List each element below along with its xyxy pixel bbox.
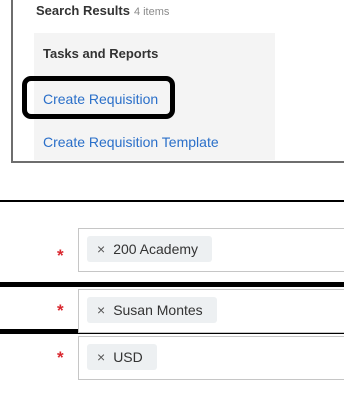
pill-label: Susan Montes: [113, 302, 203, 318]
search-results-title: Search Results: [36, 3, 130, 18]
screenshot-stage: Search Results 4 items Tasks and Reports …: [0, 0, 344, 395]
selected-value-pill: × USD: [87, 344, 157, 370]
required-asterisk: *: [57, 246, 64, 265]
currency-field[interactable]: × USD: [78, 336, 344, 380]
tasks-and-reports-section: Tasks and Reports Create Requisition Cre…: [34, 33, 275, 160]
remove-x-icon[interactable]: ×: [97, 241, 105, 257]
company-field-row: * × 200 Academy: [0, 228, 344, 278]
section-title: Tasks and Reports: [43, 46, 159, 61]
company-field[interactable]: × 200 Academy: [78, 228, 344, 272]
divider-line: [0, 282, 344, 287]
remove-x-icon[interactable]: ×: [97, 302, 105, 318]
search-results-header: Search Results 4 items: [36, 3, 169, 18]
search-results-panel: Search Results 4 items Tasks and Reports …: [11, 0, 344, 163]
divider-line: [0, 200, 344, 202]
create-requisition-template-link[interactable]: Create Requisition Template: [43, 134, 219, 150]
search-results-count: 4 items: [133, 6, 170, 18]
currency-field-row: * × USD: [0, 336, 344, 380]
requester-field[interactable]: × Susan Montes: [78, 289, 344, 333]
required-asterisk: *: [57, 301, 64, 320]
pill-label: USD: [113, 349, 143, 365]
selected-value-pill: × Susan Montes: [87, 297, 217, 323]
remove-x-icon[interactable]: ×: [97, 349, 105, 365]
create-requisition-link[interactable]: Create Requisition: [43, 91, 158, 107]
selected-value-pill: × 200 Academy: [87, 236, 213, 262]
requester-field-row: * × Susan Montes: [0, 289, 344, 333]
required-asterisk: *: [57, 348, 64, 367]
pill-label: 200 Academy: [113, 241, 199, 257]
